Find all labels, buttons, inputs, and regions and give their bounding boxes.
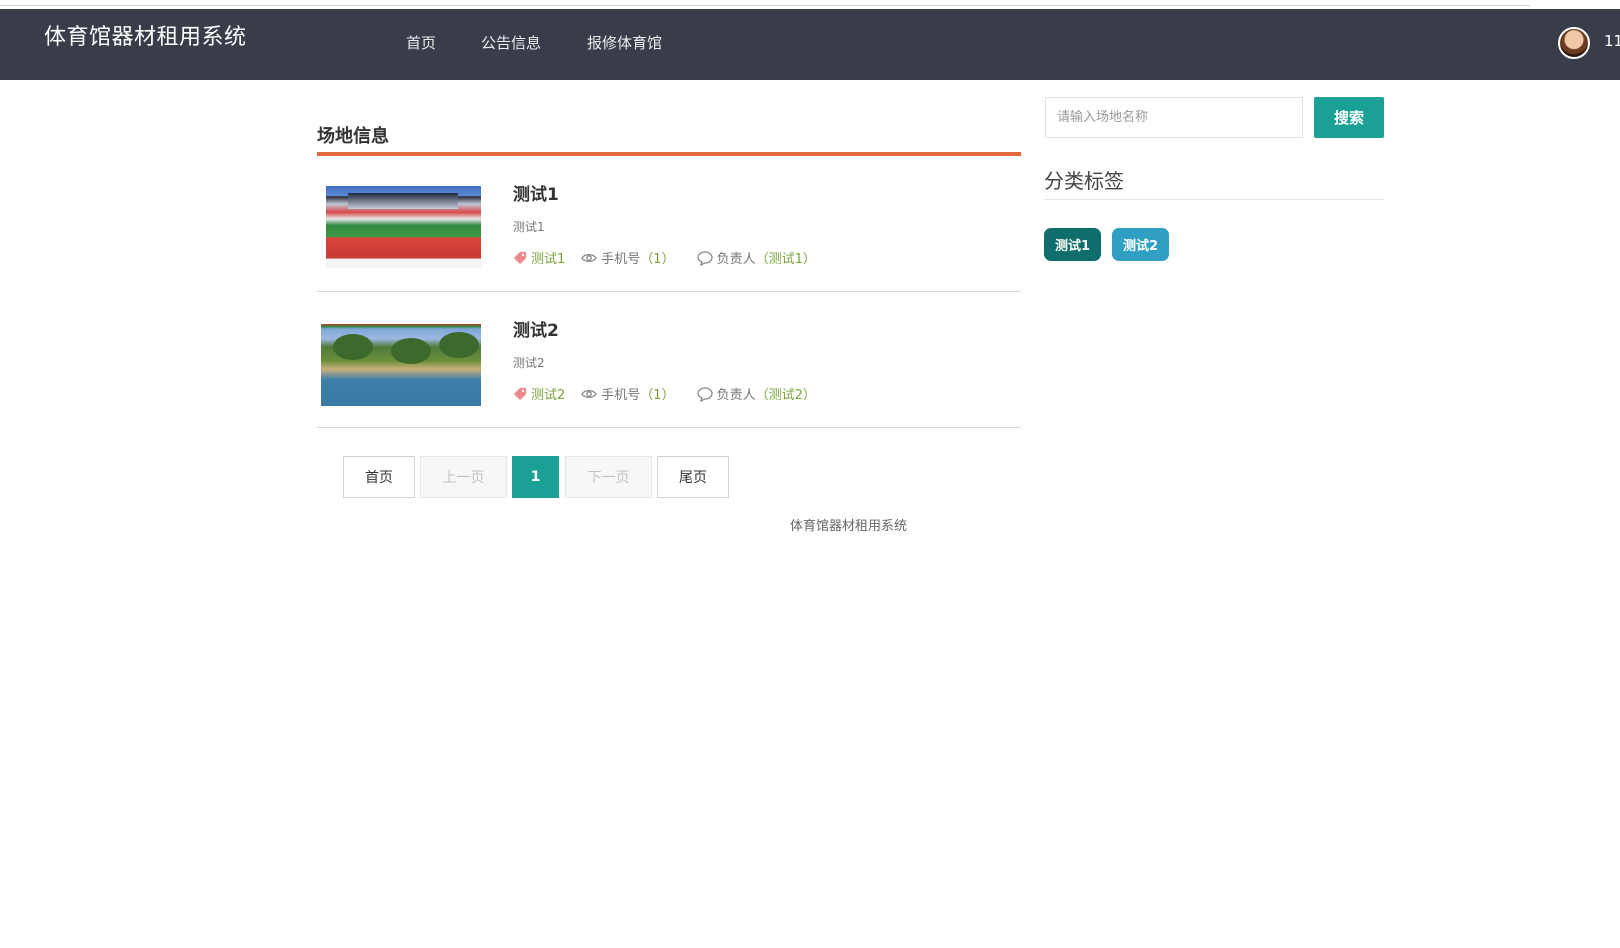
eye-icon	[581, 253, 598, 262]
owner-meta: 负责人 （测试2）	[696, 384, 816, 403]
venue-list-item[interactable]: 测试2 测试2 测试2 手机号 （1） 负责人 （测试2）	[317, 292, 1021, 428]
venue-description: 测试2	[513, 356, 545, 370]
comment-icon	[696, 386, 713, 402]
eye-icon	[581, 389, 598, 398]
phone-value: （1）	[640, 388, 675, 403]
username[interactable]: 11	[1604, 32, 1620, 50]
nav-announcements[interactable]: 公告信息	[481, 32, 541, 53]
footer-text: 体育馆器材租用系统	[790, 519, 908, 534]
search-input[interactable]	[1045, 97, 1303, 138]
venue-thumbnail[interactable]	[321, 324, 481, 406]
phone-label: 手机号	[601, 388, 641, 403]
tree-graphic	[333, 334, 373, 360]
pagination-first-button[interactable]: 首页	[343, 456, 415, 498]
nav-home[interactable]: 首页	[406, 32, 436, 53]
search-button[interactable]: 搜索	[1314, 97, 1384, 138]
venue-description: 测试1	[513, 220, 545, 234]
phone-label: 手机号	[601, 252, 641, 267]
owner-value: （测试2）	[755, 388, 816, 403]
tree-graphic	[439, 332, 479, 358]
tree-graphic	[391, 338, 431, 364]
categories-divider	[1044, 199, 1384, 200]
top-divider	[0, 5, 1530, 6]
owner-meta: 负责人 （测试1）	[696, 248, 816, 267]
pagination-last-button[interactable]: 尾页	[657, 456, 729, 498]
venue-meta: 测试2 手机号 （1） 负责人 （测试2）	[513, 384, 838, 403]
venue-title[interactable]: 测试2	[513, 316, 559, 341]
phone-value: （1）	[640, 252, 675, 267]
category-tag-1[interactable]: 测试1	[1044, 228, 1102, 261]
venue-tag: 测试1	[531, 252, 566, 267]
owner-label: 负责人	[716, 252, 756, 267]
brand-title: 体育馆器材租用系统	[44, 25, 247, 50]
owner-label: 负责人	[716, 388, 756, 403]
venue-list-item[interactable]: 测试1 测试1 测试1 手机号 （1） 负责人 （测试1）	[317, 156, 1021, 292]
owner-value: （测试1）	[755, 252, 816, 267]
user-avatar[interactable]	[1558, 27, 1590, 59]
stadium-stand-graphic	[348, 193, 458, 209]
venue-meta: 测试1 手机号 （1） 负责人 （测试1）	[513, 248, 838, 267]
browser-top-strip	[0, 0, 1620, 9]
top-navbar: 体育馆器材租用系统 首页 公告信息 报修体育馆 11	[0, 9, 1620, 80]
section-title: 场地信息	[317, 126, 389, 147]
pagination-current-page[interactable]: 1	[512, 456, 559, 498]
venue-tag: 测试2	[531, 388, 566, 403]
venue-title[interactable]: 测试1	[513, 180, 559, 205]
nav-repair[interactable]: 报修体育馆	[587, 32, 662, 53]
venue-thumbnail[interactable]	[326, 186, 481, 268]
phone-meta: 手机号 （1）	[581, 248, 675, 267]
tag-icon	[513, 387, 527, 400]
categories-title: 分类标签	[1044, 169, 1124, 193]
pagination-prev-button[interactable]: 上一页	[420, 456, 507, 498]
tag-icon	[513, 251, 527, 264]
category-tag-2[interactable]: 测试2	[1112, 228, 1170, 261]
phone-meta: 手机号 （1）	[581, 384, 675, 403]
pagination-next-button[interactable]: 下一页	[565, 456, 652, 498]
comment-icon	[696, 250, 713, 266]
